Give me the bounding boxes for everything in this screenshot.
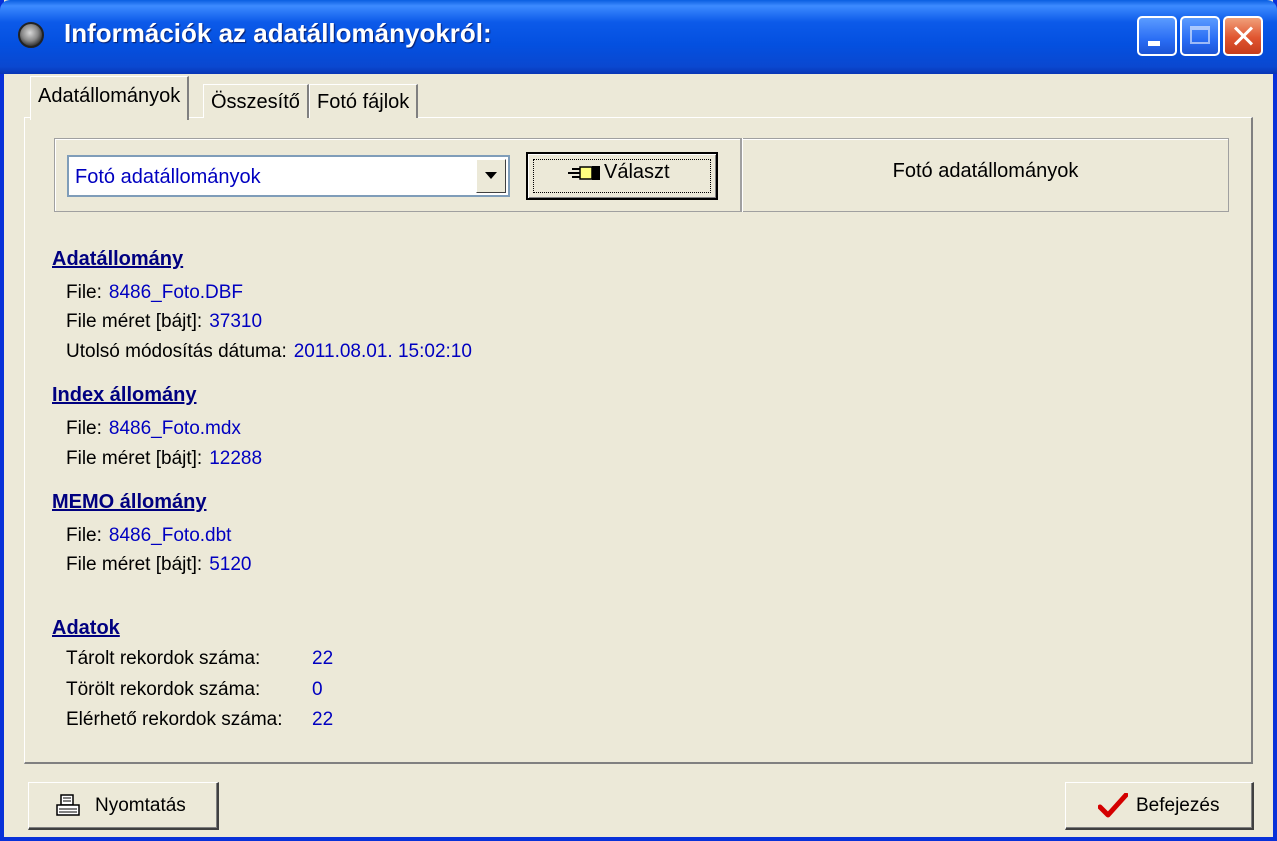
- stored-records-value: 22: [312, 648, 334, 669]
- finish-button[interactable]: Befejezés: [1065, 782, 1254, 830]
- size-label: File méret [bájt]:: [66, 554, 203, 575]
- available-records-value: 22: [312, 709, 334, 730]
- close-icon[interactable]: [1223, 16, 1263, 56]
- size-value: 12288: [209, 448, 263, 469]
- file-value: 8486_Foto.DBF: [108, 282, 244, 303]
- memo-file-row: File: 8486_Foto.dbt: [66, 525, 231, 547]
- gear-app-icon[interactable]: [18, 22, 44, 48]
- file-value: 8486_Foto.mdx: [108, 418, 241, 439]
- file-value: 8486_Foto.dbt: [108, 525, 232, 546]
- modified-label: Utolsó módosítás dátuma:: [66, 341, 287, 362]
- valaszt-label: Választ: [604, 161, 670, 183]
- checkmark-icon: [1098, 793, 1128, 818]
- file-label: File:: [66, 418, 102, 439]
- modified-value: 2011.08.01. 15:02:10: [293, 341, 472, 362]
- selected-dataset-caption: Fotó adatállományok: [892, 160, 1079, 182]
- file-label: File:: [66, 525, 102, 546]
- size-label: File méret [bájt]:: [66, 311, 203, 332]
- finish-label: Befejezés: [1136, 795, 1220, 816]
- minimize-icon[interactable]: [1137, 16, 1177, 56]
- size-value: 5120: [209, 554, 252, 575]
- printer-icon: [56, 794, 80, 816]
- adatallomany-size-row: File méret [bájt]: 37310: [66, 311, 262, 333]
- file-label: File:: [66, 282, 102, 303]
- dataset-combobox[interactable]: Fotó adatállományok: [67, 155, 510, 197]
- heading-adatallomany: Adatállomány: [52, 248, 184, 270]
- heading-adatok: Adatok: [52, 617, 120, 639]
- index-size-row: File méret [bájt]: 12288: [66, 448, 262, 470]
- size-value: 37310: [209, 311, 263, 332]
- title-bar[interactable]: Információk az adatállományokról:: [0, 0, 1277, 74]
- print-button[interactable]: Nyomtatás: [28, 782, 219, 830]
- maximize-icon[interactable]: [1180, 16, 1220, 56]
- available-records-label: Elérhető rekordok száma:: [66, 709, 283, 730]
- stored-records-label: Tárolt rekordok száma:: [66, 648, 261, 669]
- valaszt-button[interactable]: Választ: [526, 152, 718, 200]
- print-label: Nyomtatás: [95, 795, 186, 816]
- combobox-value: Fotó adatállományok: [75, 166, 261, 188]
- adatallomany-file-row: File: 8486_Foto.DBF: [66, 282, 243, 304]
- pointing-hand-icon: [568, 166, 600, 180]
- window-title: Információk az adatállományokról:: [64, 18, 492, 48]
- index-file-row: File: 8486_Foto.mdx: [66, 418, 241, 440]
- deleted-records-value: 0: [312, 679, 323, 700]
- size-label: File méret [bájt]:: [66, 448, 203, 469]
- tab-osszesito[interactable]: Összesítő: [203, 84, 309, 118]
- adatallomany-modified-row: Utolsó módosítás dátuma: 2011.08.01. 15:0…: [66, 341, 472, 363]
- tab-adatallomanyok[interactable]: Adatállományok: [30, 76, 190, 120]
- memo-size-row: File méret [bájt]: 5120: [66, 554, 252, 576]
- deleted-records-label: Törölt rekordok száma:: [66, 679, 261, 700]
- tab-foto-fajlok[interactable]: Fotó fájlok: [309, 84, 419, 118]
- chevron-down-icon[interactable]: [476, 159, 506, 193]
- heading-index: Index állomány: [52, 384, 197, 406]
- heading-memo: MEMO állomány: [52, 491, 207, 513]
